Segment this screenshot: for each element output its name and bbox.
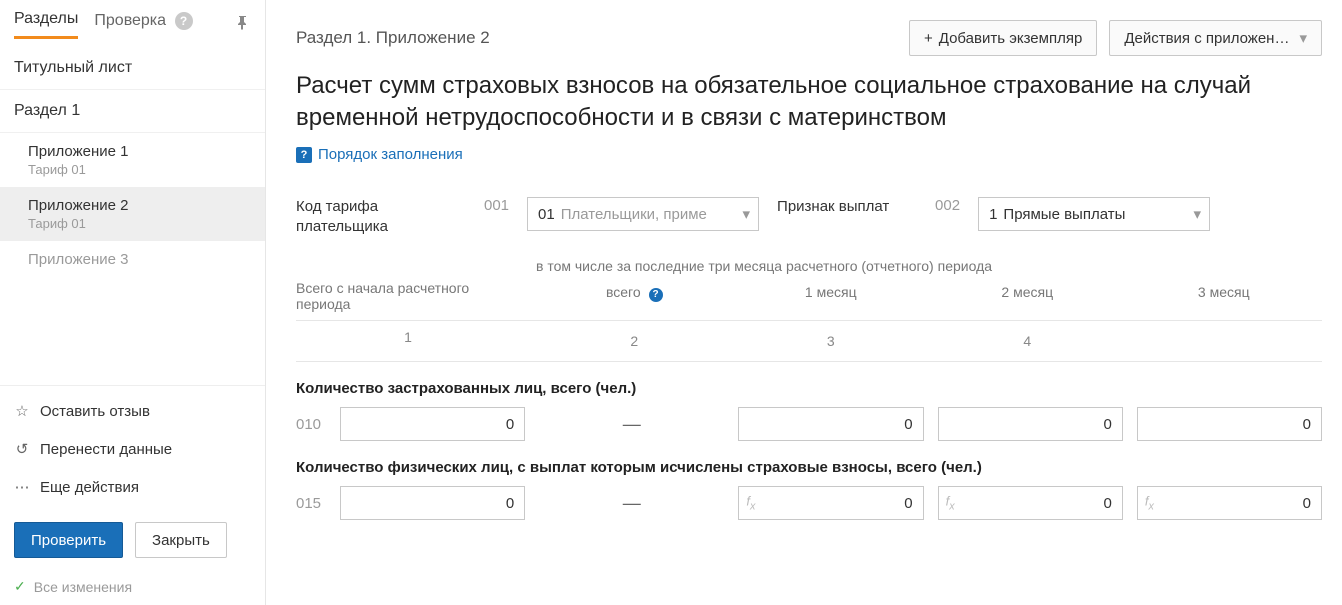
action-transfer[interactable]: ↺ Перенести данные — [0, 430, 265, 468]
attachment-actions-label: Действия с приложен… — [1124, 30, 1289, 47]
tariff-value-text: Плательщики, приме — [561, 206, 707, 223]
params-row: Код тарифа плательщика 001 01 Плательщик… — [296, 197, 1322, 236]
row015-m2-input[interactable] — [938, 486, 1123, 520]
col-m2: 2 месяц — [929, 280, 1126, 312]
sidebar-buttons: Проверить Закрыть — [0, 512, 265, 568]
pay-code: 002 — [935, 197, 960, 214]
plus-icon: + — [924, 30, 933, 47]
action-feedback-label: Оставить отзыв — [40, 403, 150, 420]
nav-app2-label: Приложение 2 — [28, 197, 251, 214]
row015-m3-input[interactable] — [1137, 486, 1322, 520]
action-feedback[interactable]: ☆ Оставить отзыв — [0, 392, 265, 430]
nav-app3[interactable]: Приложение 3 — [0, 241, 265, 278]
transfer-icon: ↺ — [14, 440, 30, 458]
sidebar: Разделы Проверка ? Титульный лист Раздел… — [0, 0, 266, 605]
tariff-value-prefix: 01 — [538, 206, 555, 223]
table-headers: Всего с начала расчетного периода всего … — [296, 280, 1322, 321]
tariff-select[interactable]: 01 Плательщики, приме ▾ — [527, 197, 759, 231]
row015-begin-input[interactable] — [340, 486, 525, 520]
chevron-down-icon: ▾ — [1194, 205, 1202, 223]
row015-m1-input[interactable] — [738, 486, 923, 520]
nav-app2[interactable]: Приложение 2 Тариф 01 — [0, 187, 265, 241]
table-col-numbers: 1 2 3 4 — [296, 321, 1322, 362]
close-button[interactable]: Закрыть — [135, 522, 227, 558]
tariff-code: 001 — [484, 197, 509, 214]
fx-icon: fx — [946, 494, 955, 513]
fx-icon: fx — [746, 494, 755, 513]
star-icon: ☆ — [14, 402, 30, 420]
nav-app1-label: Приложение 1 — [28, 143, 251, 160]
row-010: 010 — — [296, 407, 1322, 441]
col-m3: 3 месяц — [1126, 280, 1323, 312]
row-010-title: Количество застрахованных лиц, всего (че… — [296, 380, 1322, 397]
tab-check[interactable]: Проверка ? — [94, 12, 192, 38]
help-icon[interactable]: ? — [649, 288, 663, 302]
tab-check-label: Проверка — [94, 12, 166, 29]
sidebar-actions: ☆ Оставить отзыв ↺ Перенести данные ⋯ Ещ… — [0, 385, 265, 512]
nav-app1-tariff: Тариф 01 — [28, 162, 251, 177]
nav-title-page[interactable]: Титульный лист — [0, 47, 265, 90]
action-more-label: Еще действия — [40, 479, 139, 496]
col-m1: 1 месяц — [733, 280, 930, 312]
sidebar-nav: Титульный лист Раздел 1 Приложение 1 Тар… — [0, 47, 265, 385]
pay-select[interactable]: 1 Прямые выплаты ▾ — [978, 197, 1210, 231]
table-group-header: в том числе за последние три месяца расч… — [536, 258, 1322, 280]
row-015-num: 015 — [296, 495, 340, 512]
save-status-label: Все изменения — [34, 579, 132, 595]
check-icon: ✓ — [14, 578, 26, 595]
fx-icon: fx — [1145, 494, 1154, 513]
check-button[interactable]: Проверить — [14, 522, 123, 558]
sidebar-tabs: Разделы Проверка ? — [0, 0, 265, 39]
chevron-down-icon: ▾ — [743, 205, 751, 223]
add-instance-label: Добавить экземпляр — [939, 30, 1083, 47]
help-square-icon: ? — [296, 147, 312, 163]
page-title: Расчет сумм страховых взносов на обязате… — [296, 70, 1322, 135]
row-015-title: Количество физических лиц, с выплат кото… — [296, 459, 1322, 476]
pay-label: Признак выплат — [777, 197, 917, 217]
nav-app2-tariff: Тариф 01 — [28, 216, 251, 231]
more-icon: ⋯ — [14, 478, 30, 496]
breadcrumb: Раздел 1. Приложение 2 — [296, 28, 897, 48]
table: в том числе за последние три месяца расч… — [296, 258, 1322, 520]
action-transfer-label: Перенести данные — [40, 441, 172, 458]
tab-sections[interactable]: Разделы — [14, 10, 78, 39]
dash-icon: — — [539, 414, 724, 435]
pay-value-prefix: 1 — [989, 206, 997, 223]
row-015: 015 — fx fx fx — [296, 486, 1322, 520]
fill-order-link[interactable]: ? Порядок заполнения — [296, 146, 463, 163]
pin-icon[interactable] — [235, 15, 251, 34]
fill-order-label: Порядок заполнения — [318, 146, 463, 163]
col-begin: Всего с начала расчетного периода — [296, 280, 536, 312]
add-instance-button[interactable]: + Добавить экземпляр — [909, 20, 1097, 56]
row010-m3-input[interactable] — [1137, 407, 1322, 441]
row-010-num: 010 — [296, 416, 340, 433]
col-total: всего ? — [536, 280, 733, 312]
chevron-down-icon: ▾ — [1299, 29, 1307, 47]
nav-section1[interactable]: Раздел 1 — [0, 90, 265, 133]
action-more[interactable]: ⋯ Еще действия — [0, 468, 265, 506]
help-icon: ? — [175, 12, 193, 30]
dash-icon: — — [539, 493, 724, 514]
tariff-label: Код тарифа плательщика — [296, 197, 466, 236]
topbar: Раздел 1. Приложение 2 + Добавить экземп… — [296, 20, 1322, 56]
row010-begin-input[interactable] — [340, 407, 525, 441]
row010-m1-input[interactable] — [738, 407, 923, 441]
row010-m2-input[interactable] — [938, 407, 1123, 441]
attachment-actions-button[interactable]: Действия с приложен… ▾ — [1109, 20, 1322, 56]
main-content: Раздел 1. Приложение 2 + Добавить экземп… — [266, 0, 1342, 605]
pay-value-text: Прямые выплаты — [1003, 206, 1125, 223]
nav-app1[interactable]: Приложение 1 Тариф 01 — [0, 133, 265, 187]
save-status: ✓ Все изменения — [0, 568, 265, 605]
